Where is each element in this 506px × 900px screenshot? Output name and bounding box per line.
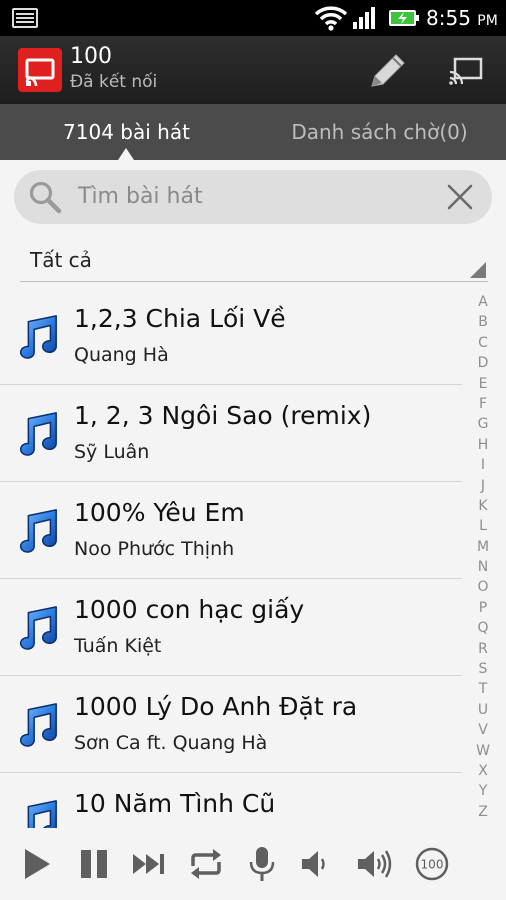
alphabet-letter[interactable]: I bbox=[472, 455, 494, 475]
search-icon bbox=[29, 181, 62, 214]
alphabet-letter[interactable]: R bbox=[472, 639, 494, 659]
dropdown-arrow-icon bbox=[470, 262, 486, 278]
play-icon[interactable] bbox=[16, 844, 56, 884]
alphabet-letter[interactable]: F bbox=[472, 394, 494, 414]
pause-icon[interactable] bbox=[74, 844, 114, 884]
song-title: 1000 con hạc giấy bbox=[74, 595, 305, 624]
next-icon[interactable] bbox=[130, 844, 170, 884]
music-note-icon bbox=[14, 411, 60, 457]
clock-ampm: PM bbox=[477, 13, 498, 29]
counter-label: 100 bbox=[421, 858, 444, 872]
device-name: 100 bbox=[70, 44, 112, 69]
tab-queue[interactable]: Danh sách chờ(0) bbox=[253, 104, 506, 160]
repeat-icon[interactable] bbox=[186, 844, 226, 884]
player-controls: 100 bbox=[0, 828, 506, 900]
filter-selected: Tất cả bbox=[30, 248, 92, 272]
edit-icon bbox=[371, 54, 405, 87]
alphabet-letter[interactable]: Q bbox=[472, 618, 494, 638]
cast-icon bbox=[449, 57, 483, 85]
clock-time: 8:55 bbox=[426, 6, 471, 30]
song-artist: Sỹ Luân bbox=[74, 441, 150, 463]
song-artist: Noo Phước Thịnh bbox=[74, 538, 235, 560]
microphone-icon[interactable] bbox=[242, 844, 282, 884]
connection-status: Đã kết nối bbox=[70, 72, 158, 92]
volume-up-icon[interactable] bbox=[354, 844, 394, 884]
edit-button[interactable] bbox=[366, 50, 410, 92]
music-note-icon bbox=[14, 314, 60, 360]
song-title: 1000 Lý Do Anh Đặt ra bbox=[74, 692, 358, 721]
song-item[interactable]: 1000 Lý Do Anh Đặt ra Sơn Ca ft. Quang H… bbox=[0, 676, 462, 773]
alphabet-letter[interactable]: B bbox=[472, 312, 494, 332]
song-item[interactable]: 1,2,3 Chia Lối Về Quang Hà bbox=[0, 288, 462, 385]
song-item[interactable]: 10 Năm Tình Cũ bbox=[0, 773, 462, 828]
search-input[interactable]: Tìm bài hát bbox=[78, 170, 438, 224]
notification-icon bbox=[12, 8, 38, 28]
alphabet-letter[interactable]: W bbox=[472, 741, 494, 761]
song-item[interactable]: 1, 2, 3 Ngôi Sao (remix) Sỹ Luân bbox=[0, 385, 462, 482]
active-tab-indicator bbox=[118, 148, 134, 160]
alphabet-letter[interactable]: Y bbox=[472, 781, 494, 801]
volume-down-icon[interactable] bbox=[296, 844, 336, 884]
battery-charging-icon bbox=[389, 10, 419, 26]
music-note-icon bbox=[14, 702, 60, 748]
alphabet-letter[interactable]: N bbox=[472, 557, 494, 577]
clear-search-icon[interactable] bbox=[444, 181, 476, 213]
alphabet-letter[interactable]: D bbox=[472, 353, 494, 373]
song-artist: Sơn Ca ft. Quang Hà bbox=[74, 732, 268, 754]
search-box: Tìm bài hát bbox=[14, 170, 492, 224]
tab-bar: 7104 bài hát Danh sách chờ(0) bbox=[0, 104, 506, 160]
song-title: 1, 2, 3 Ngôi Sao (remix) bbox=[74, 401, 372, 430]
alphabet-letter[interactable]: T bbox=[472, 679, 494, 699]
alphabet-letter[interactable]: V bbox=[472, 720, 494, 740]
cast-app-logo-icon[interactable] bbox=[18, 48, 62, 92]
alphabet-letter[interactable]: G bbox=[472, 414, 494, 434]
alphabet-letter[interactable]: M bbox=[472, 537, 494, 557]
alphabet-letter[interactable]: K bbox=[472, 496, 494, 516]
song-title: 10 Năm Tình Cũ bbox=[74, 789, 276, 818]
alphabet-letter[interactable]: H bbox=[472, 435, 494, 455]
alphabet-letter[interactable]: A bbox=[472, 292, 494, 312]
alphabet-letter[interactable]: S bbox=[472, 659, 494, 679]
song-list: 1,2,3 Chia Lối Về Quang Hà 1, 2, 3 Ngôi … bbox=[0, 288, 462, 828]
alphabet-letter[interactable]: P bbox=[472, 598, 494, 618]
music-note-icon bbox=[14, 508, 60, 554]
music-note-icon bbox=[14, 799, 60, 828]
song-artist: Quang Hà bbox=[74, 344, 169, 366]
song-item[interactable]: 100% Yêu Em Noo Phước Thịnh bbox=[0, 482, 462, 579]
app-bar: 100 Đã kết nối bbox=[0, 36, 506, 104]
song-title: 1,2,3 Chia Lối Về bbox=[74, 304, 286, 333]
filter-dropdown[interactable]: Tất cả bbox=[20, 244, 488, 282]
alphabet-letter[interactable]: E bbox=[472, 374, 494, 394]
alphabet-index[interactable]: ABCDEFGHIJKLMNOPQRSTUVWXYZ bbox=[472, 292, 494, 822]
clock: 8:55 PM bbox=[426, 6, 498, 30]
alphabet-letter[interactable]: Z bbox=[472, 802, 494, 822]
counter-icon[interactable]: 100 bbox=[412, 844, 452, 884]
alphabet-letter[interactable]: U bbox=[472, 700, 494, 720]
alphabet-letter[interactable]: J bbox=[472, 476, 494, 496]
alphabet-letter[interactable]: O bbox=[472, 577, 494, 597]
music-note-icon bbox=[14, 605, 60, 651]
song-artist: Tuấn Kiệt bbox=[74, 635, 162, 657]
alphabet-letter[interactable]: C bbox=[472, 333, 494, 353]
song-item[interactable]: 1000 con hạc giấy Tuấn Kiệt bbox=[0, 579, 462, 676]
alphabet-letter[interactable]: X bbox=[472, 761, 494, 781]
alphabet-letter[interactable]: L bbox=[472, 516, 494, 536]
song-title: 100% Yêu Em bbox=[74, 498, 245, 527]
wifi-icon bbox=[314, 6, 348, 31]
cast-button[interactable] bbox=[446, 56, 486, 86]
signal-icon bbox=[353, 7, 375, 29]
status-bar: 8:55 PM bbox=[0, 0, 506, 36]
